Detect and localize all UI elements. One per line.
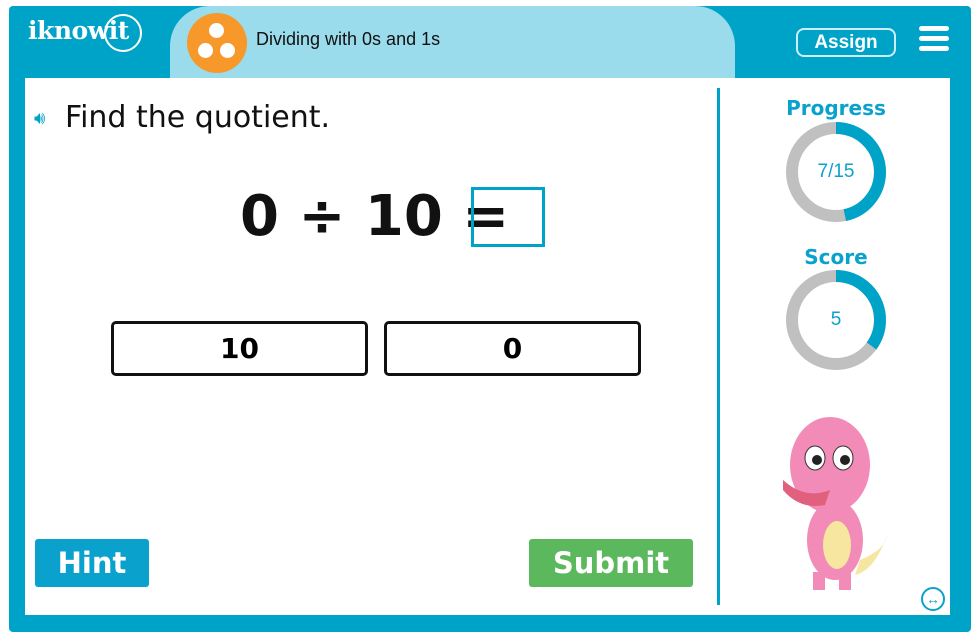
logo[interactable]: iknowit xyxy=(28,16,129,45)
choice-button[interactable]: 0 xyxy=(384,321,641,376)
hamburger-icon[interactable] xyxy=(919,26,949,52)
score-text: 5 xyxy=(830,309,842,330)
score-label: Score xyxy=(804,245,868,269)
monster-mascot-icon xyxy=(783,417,887,590)
assign-button[interactable]: Assign xyxy=(796,28,896,57)
topic-title: Dividing with 0s and 1s xyxy=(256,29,441,49)
hint-button[interactable]: Hint xyxy=(35,539,149,587)
swap-arrows-icon[interactable]: ↔ xyxy=(921,587,945,611)
progress-text: 7/15 xyxy=(817,161,855,182)
topic-bar xyxy=(170,6,735,78)
divider xyxy=(717,88,720,605)
equation: 0 ÷ 10 = xyxy=(240,184,510,249)
answer-box[interactable] xyxy=(471,187,545,247)
three-dots-icon xyxy=(187,13,247,73)
progress-label: Progress xyxy=(786,96,886,120)
speaker-icon[interactable]: 🔊︎ xyxy=(34,108,45,129)
question-prompt: Find the quotient. xyxy=(65,100,331,135)
choice-button[interactable]: 10 xyxy=(111,321,368,376)
submit-button[interactable]: Submit xyxy=(529,539,693,587)
